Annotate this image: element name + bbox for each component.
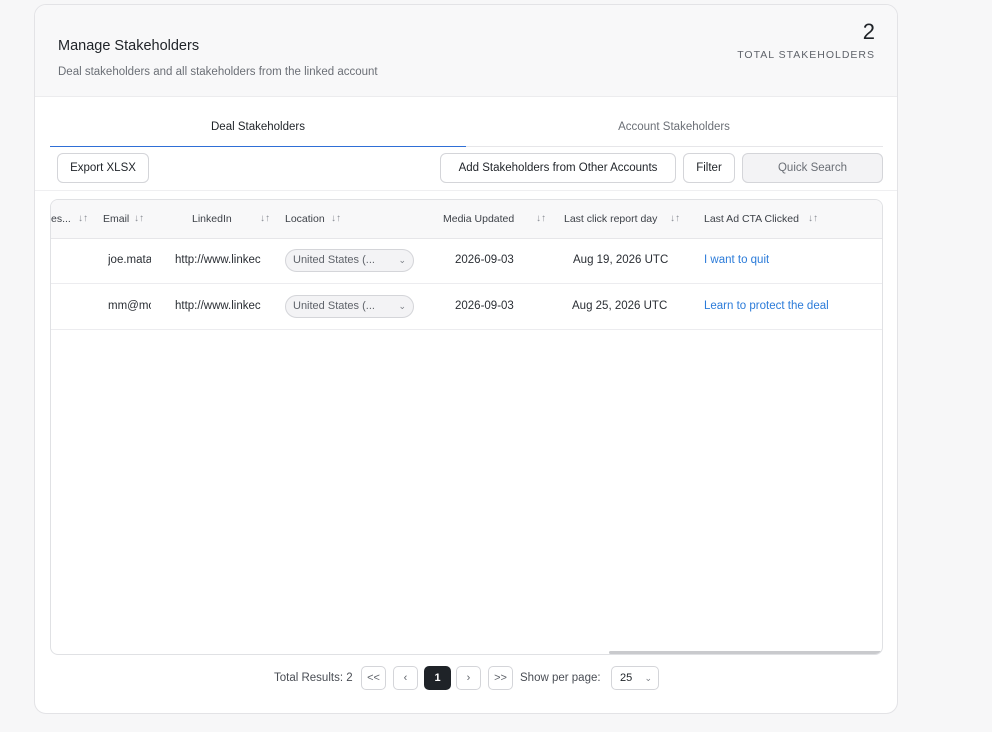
chevron-down-icon: ⌄ — [644, 673, 652, 683]
location-select[interactable]: United States (... ⌄ — [285, 295, 414, 318]
table-header: es... ↓↑ Email ↓↑ LinkedIn ↓↑ Location ↓… — [51, 200, 882, 239]
column-header-last-click[interactable]: Last click report day — [564, 200, 657, 238]
horizontal-scrollbar[interactable] — [609, 651, 882, 654]
tab-deal-stakeholders[interactable]: Deal Stakeholders — [50, 115, 466, 147]
last-cta-link[interactable]: I want to quit — [704, 238, 769, 283]
column-header-linkedin[interactable]: LinkedIn — [192, 200, 232, 238]
export-xlsx-button[interactable]: Export XLSX — [57, 153, 149, 183]
column-header-media-updated[interactable]: Media Updated — [443, 200, 514, 238]
page-title: Manage Stakeholders — [58, 38, 200, 54]
quick-search-input[interactable]: Quick Search — [742, 153, 883, 183]
prev-page-icon[interactable]: ‹ — [393, 666, 418, 690]
sort-icon[interactable]: ↓↑ — [78, 200, 88, 238]
linkedin-cell: http://www.linkec — [175, 254, 261, 266]
toolbar: Export XLSX Add Stakeholders from Other … — [35, 152, 897, 191]
sort-icon[interactable]: ↓↑ — [260, 200, 270, 238]
total-results-label: Total Results: 2 — [274, 672, 353, 684]
sort-icon[interactable]: ↓↑ — [331, 200, 341, 238]
column-header-location[interactable]: Location — [285, 200, 325, 238]
last-click-cell: Aug 25, 2026 UTC — [572, 300, 668, 312]
pagination: Total Results: 2 << ‹ 1 › >> Show per pa… — [35, 664, 897, 692]
sort-icon[interactable]: ↓↑ — [134, 200, 144, 238]
add-stakeholders-button[interactable]: Add Stakeholders from Other Accounts — [440, 153, 676, 183]
table-row[interactable]: joe.mata http://www.linkec United States… — [51, 238, 882, 284]
manage-stakeholders-card: Manage Stakeholders Deal stakeholders an… — [34, 4, 898, 714]
column-header-email[interactable]: Email — [103, 200, 129, 238]
linkedin-cell: http://www.linkec — [175, 300, 261, 312]
last-cta-link[interactable]: Learn to protect the deal — [704, 284, 829, 329]
card-header: Manage Stakeholders Deal stakeholders an… — [35, 5, 897, 97]
next-page-icon[interactable]: › — [456, 666, 481, 690]
filter-button[interactable]: Filter — [683, 153, 735, 183]
email-cell: joe.mata — [108, 254, 151, 266]
sort-icon[interactable]: ↓↑ — [808, 200, 818, 238]
sort-icon[interactable]: ↓↑ — [670, 200, 680, 238]
location-select[interactable]: United States (... ⌄ — [285, 249, 414, 272]
total-stakeholders-count: 2 — [862, 19, 875, 44]
location-value: United States (... — [293, 254, 375, 266]
stakeholders-table: es... ↓↑ Email ↓↑ LinkedIn ↓↑ Location ↓… — [50, 199, 883, 655]
last-page-icon[interactable]: >> — [488, 666, 513, 690]
tab-account-stakeholders[interactable]: Account Stakeholders — [466, 115, 882, 146]
per-page-select[interactable]: 25 ⌄ — [611, 666, 659, 690]
column-header-last-cta[interactable]: Last Ad CTA Clicked — [704, 200, 799, 238]
page-button-current[interactable]: 1 — [424, 666, 451, 690]
email-cell: mm@mc — [108, 300, 151, 312]
column-header-truncated[interactable]: es... — [51, 200, 71, 238]
per-page-label: Show per page: — [520, 672, 601, 684]
media-updated-cell: 2026-09-03 — [455, 254, 514, 266]
page-subtitle: Deal stakeholders and all stakeholders f… — [58, 66, 378, 78]
stakeholder-tabs: Deal Stakeholders Account Stakeholders — [50, 115, 883, 147]
per-page-value: 25 — [620, 672, 633, 684]
location-value: United States (... — [293, 300, 375, 312]
first-page-icon[interactable]: << — [361, 666, 386, 690]
table-row[interactable]: mm@mc http://www.linkec United States (.… — [51, 284, 882, 330]
last-click-cell: Aug 19, 2026 UTC — [573, 254, 669, 266]
media-updated-cell: 2026-09-03 — [455, 300, 514, 312]
sort-icon[interactable]: ↓↑ — [536, 200, 546, 238]
total-stakeholders-label: TOTAL STAKEHOLDERS — [737, 49, 875, 61]
chevron-down-icon: ⌄ — [398, 255, 406, 265]
chevron-down-icon: ⌄ — [398, 301, 406, 311]
